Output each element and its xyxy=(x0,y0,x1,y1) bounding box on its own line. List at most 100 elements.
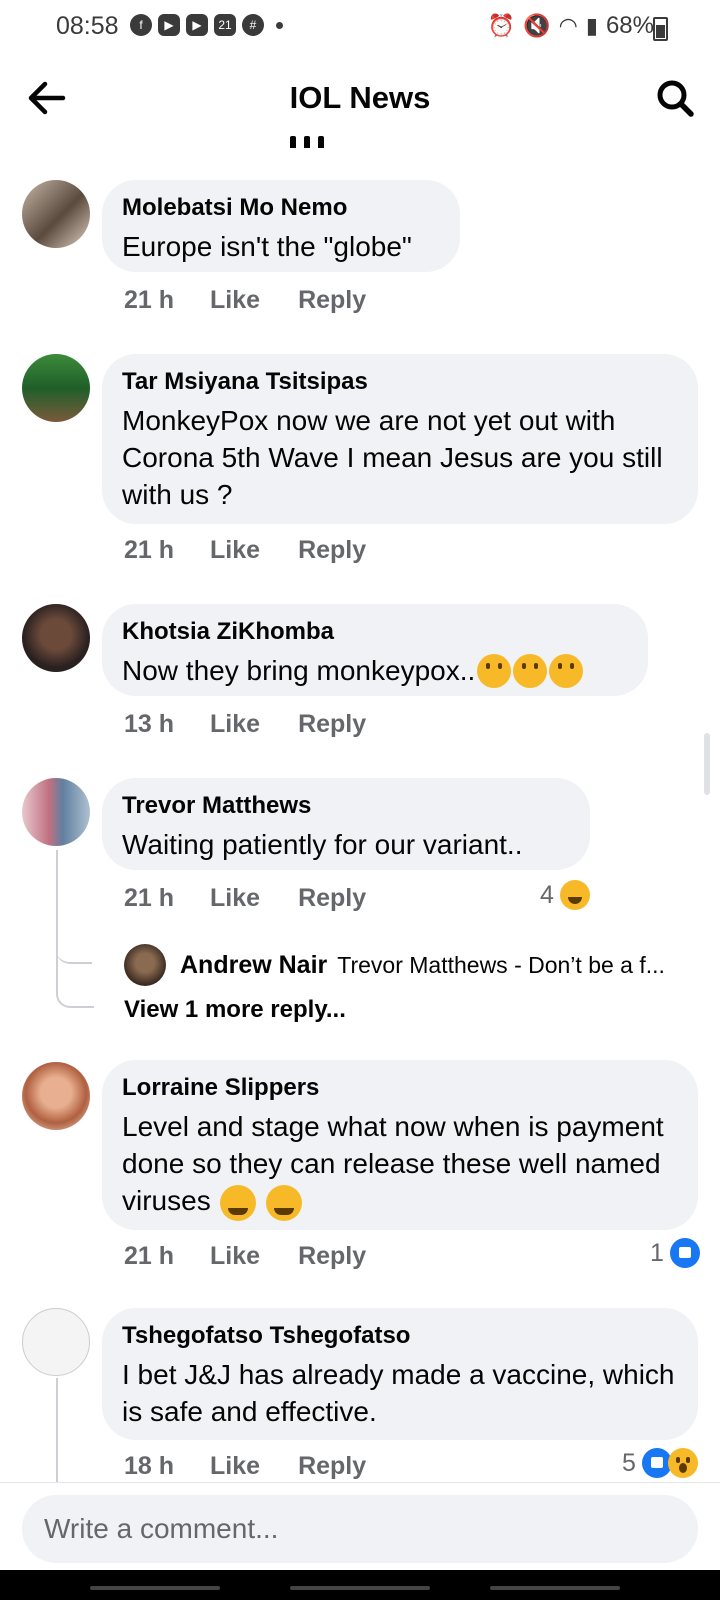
system-nav-bar xyxy=(0,1570,720,1600)
avatar[interactable] xyxy=(22,354,90,422)
comment-input[interactable] xyxy=(22,1495,698,1563)
signal-icon: ▮ xyxy=(585,13,598,38)
notification-icons: f ▶ ▶ 21 # xyxy=(130,14,283,36)
alarm-icon: ⏰ xyxy=(487,13,516,38)
like-button[interactable]: Like xyxy=(210,884,260,913)
comment-bubble: Tar Msiyana Tsitsipas MonkeyPox now we a… xyxy=(102,354,698,524)
comment-composer xyxy=(0,1482,720,1571)
like-button[interactable]: Like xyxy=(210,1452,260,1481)
thinking-face-icon xyxy=(549,653,584,688)
reply-button[interactable]: Reply xyxy=(298,884,366,913)
comment-author[interactable]: Tar Msiyana Tsitsipas xyxy=(122,368,678,396)
search-icon xyxy=(657,80,694,117)
reply-button[interactable]: Reply xyxy=(298,710,366,739)
reply-button[interactable]: Reply xyxy=(298,1242,366,1271)
comment-text: Now they bring monkeypox.. xyxy=(122,655,476,686)
reaction-summary[interactable]: 5 xyxy=(622,1448,698,1478)
avatar[interactable] xyxy=(22,1308,90,1376)
reply-button[interactable]: Reply xyxy=(298,286,366,315)
like-button[interactable]: Like xyxy=(210,710,260,739)
comment-author[interactable]: Trevor Matthews xyxy=(122,792,570,820)
battery-icon xyxy=(653,17,668,41)
comment-time[interactable]: 18 h xyxy=(124,1452,174,1481)
more-notifications-icon xyxy=(276,21,283,29)
like-reaction-icon xyxy=(669,1238,700,1268)
comment-time[interactable]: 13 h xyxy=(124,710,174,739)
status-time: 08:58 xyxy=(56,12,119,40)
nav-back-button[interactable] xyxy=(490,1586,620,1590)
comment-bubble: Khotsia ZiKhomba Now they bring monkeypo… xyxy=(102,604,648,696)
avatar[interactable] xyxy=(22,180,90,248)
calendar-icon: 21 xyxy=(214,14,236,36)
comment-bubble: Tshegofatso Tshegofatso I bet J&J has al… xyxy=(102,1308,698,1440)
comment-time[interactable]: 21 h xyxy=(124,536,174,565)
avatar[interactable] xyxy=(22,1062,90,1130)
thread-branch xyxy=(56,944,92,964)
comment-bubble: Molebatsi Mo Nemo Europe isn't the "glob… xyxy=(102,180,460,272)
comment-text-row: Now they bring monkeypox.. xyxy=(122,652,628,689)
reply-button[interactable]: Reply xyxy=(298,1452,366,1481)
wow-reaction-icon xyxy=(667,1448,698,1478)
comment-bubble: Trevor Matthews Waiting patiently for ou… xyxy=(102,778,590,870)
scrollbar[interactable] xyxy=(704,733,710,795)
reply-text: Trevor Matthews - Don’t be a f... xyxy=(337,951,665,978)
system-icons: ⏰ 🔇 ◠ ▮ 68% xyxy=(488,12,654,40)
tears-of-joy-icon xyxy=(266,1184,303,1221)
comment-time[interactable]: 21 h xyxy=(124,884,174,913)
reply-button[interactable]: Reply xyxy=(298,536,366,565)
slack-icon: # xyxy=(242,14,264,36)
comment-text: Europe isn't the "globe" xyxy=(122,231,412,262)
comment-text-content: Level and stage what now when is payment… xyxy=(122,1111,664,1216)
thinking-face-icon xyxy=(513,653,548,688)
comment-actions: 21 h Like Reply xyxy=(124,1242,366,1271)
clipped-text-fragment xyxy=(290,128,350,148)
battery-percent: 68% xyxy=(605,12,654,39)
reaction-count: 5 xyxy=(622,1448,636,1477)
view-more-replies-link[interactable]: View 1 more reply... xyxy=(124,996,346,1024)
thinking-face-icon xyxy=(477,653,512,688)
page-title: IOL News xyxy=(289,80,431,115)
youtube-icon: ▶ xyxy=(186,14,208,36)
avatar[interactable] xyxy=(22,778,90,846)
youtube-icon: ▶ xyxy=(158,14,180,36)
comment-author[interactable]: Khotsia ZiKhomba xyxy=(122,618,628,646)
app-header: IOL News xyxy=(0,56,720,140)
facebook-icon: f xyxy=(130,14,152,36)
search-button[interactable] xyxy=(652,76,698,120)
rolling-laughing-icon xyxy=(220,1184,257,1221)
reaction-summary[interactable]: 1 xyxy=(650,1238,700,1268)
reaction-count: 4 xyxy=(540,880,554,909)
like-button[interactable]: Like xyxy=(210,536,260,565)
avatar[interactable] xyxy=(22,604,90,672)
avatar[interactable] xyxy=(124,944,166,986)
comment-actions: 21 h Like Reply xyxy=(124,884,366,913)
reply-preview[interactable]: Andrew Nair Trevor Matthews - Don’t be a… xyxy=(124,944,665,986)
comment-text: MonkeyPox now we are not yet out with Co… xyxy=(122,405,663,510)
comment-actions: 13 h Like Reply xyxy=(124,710,366,739)
comment-author[interactable]: Tshegofatso Tshegofatso xyxy=(122,1322,678,1350)
reaction-summary[interactable]: 4 xyxy=(540,880,590,910)
comment-actions: 21 h Like Reply xyxy=(124,536,366,565)
comment-time[interactable]: 21 h xyxy=(124,286,174,315)
status-bar: 08:58 f ▶ ▶ 21 # ⏰ 🔇 ◠ ▮ 68% xyxy=(0,0,720,56)
comment-author[interactable]: Lorraine Slippers xyxy=(122,1074,678,1102)
comment-actions: 18 h Like Reply xyxy=(124,1452,366,1481)
reply-author[interactable]: Andrew Nair xyxy=(180,951,327,980)
comment-author[interactable]: Molebatsi Mo Nemo xyxy=(122,194,440,222)
mute-icon: 🔇 xyxy=(523,13,551,38)
like-button[interactable]: Like xyxy=(210,1242,260,1271)
laughing-face-icon xyxy=(559,880,590,910)
comment-bubble: Lorraine Slippers Level and stage what n… xyxy=(102,1060,698,1230)
comment-actions: 21 h Like Reply xyxy=(124,286,366,315)
thread-line xyxy=(56,1378,58,1482)
comment-text: Level and stage what now when is payment… xyxy=(122,1108,678,1221)
reaction-count: 1 xyxy=(650,1238,664,1267)
comment-text: I bet J&J has already made a vaccine, wh… xyxy=(122,1359,675,1427)
comment-time[interactable]: 21 h xyxy=(124,1242,174,1271)
wifi-icon: ◠ xyxy=(558,13,578,38)
comment-text: Waiting patiently for our variant.. xyxy=(122,829,523,860)
like-button[interactable]: Like xyxy=(210,286,260,315)
nav-recent-button[interactable] xyxy=(90,1586,220,1590)
nav-home-button[interactable] xyxy=(290,1586,430,1590)
thread-branch xyxy=(56,962,94,1008)
